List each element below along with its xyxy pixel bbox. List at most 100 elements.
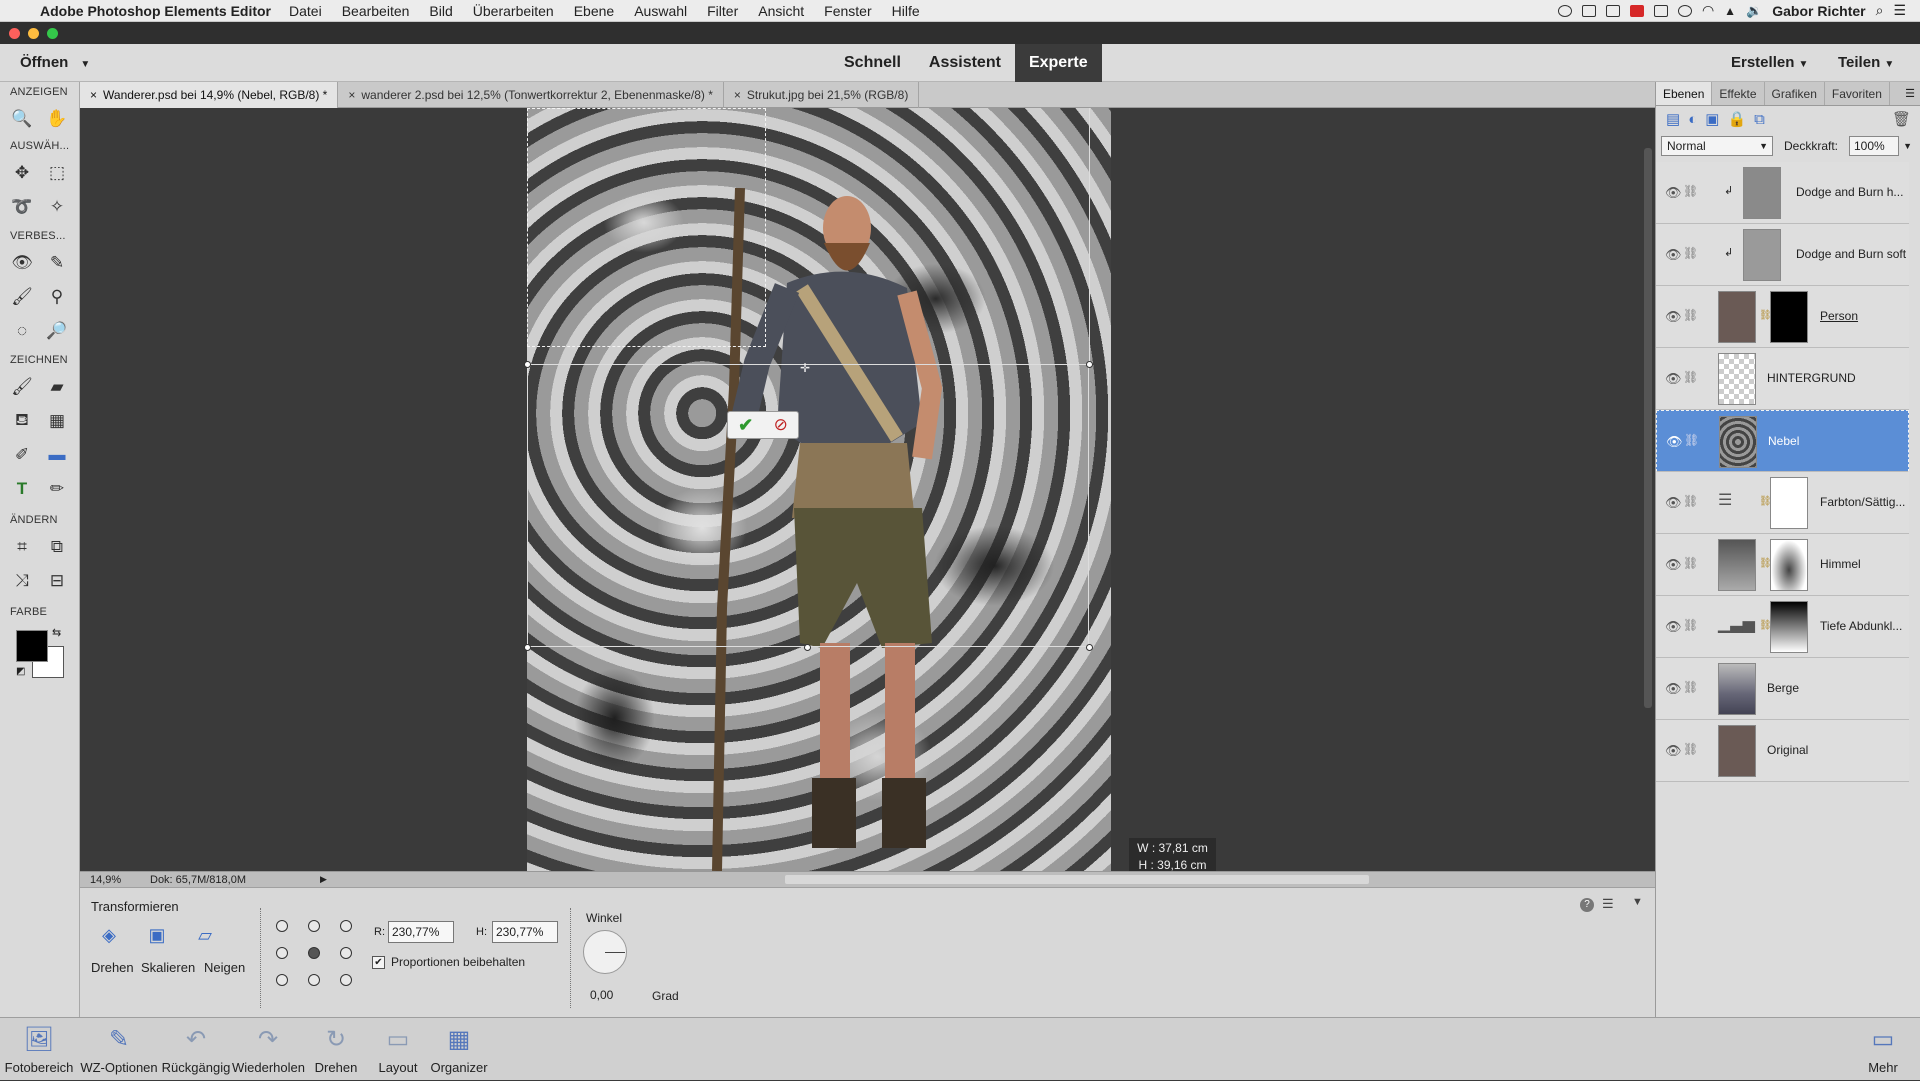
layer-name[interactable]: Nebel [1768,434,1799,448]
visibility-eye-icon[interactable]: 👁 [1665,309,1682,325]
wifi-icon[interactable]: ◠ [1702,2,1714,19]
visibility-eye-icon[interactable]: 👁 [1665,681,1682,697]
sponge-tool-icon[interactable]: 🔎 [44,318,70,344]
magic-wand-tool-icon[interactable]: ✧ [44,194,70,220]
new-layer-icon[interactable]: ▤ [1666,110,1680,128]
create-button[interactable]: Erstellen ▼ [1731,54,1808,71]
link-icon[interactable]: ⛓ [1683,370,1698,384]
close-tab-icon[interactable]: × [90,88,97,102]
lasso-tool-icon[interactable]: ➰ [9,194,35,220]
mode-schnell[interactable]: Schnell [830,44,915,82]
zoom-tool-icon[interactable]: 🔍 [9,106,35,132]
marquee-tool-icon[interactable]: ⬚ [44,160,70,186]
ref-point-br[interactable] [340,974,352,986]
lock-layer-icon[interactable]: 🔒 [1727,110,1746,128]
link-icon[interactable]: ⛓ [1683,494,1698,508]
pencil-tool-icon[interactable]: ✏ [44,476,70,502]
visibility-eye-icon[interactable]: 👁 [1665,619,1682,635]
ref-point-tc[interactable] [308,920,320,932]
layer-row[interactable]: 👁 ⛓ Berge [1656,658,1909,720]
constrain-checkbox[interactable]: ✔ [372,956,385,969]
visibility-eye-icon[interactable]: 👁 [1665,185,1682,201]
help-icon[interactable]: ? [1580,898,1594,912]
commit-check-icon[interactable]: ✔ [738,415,753,436]
blend-mode-select[interactable]: Normal ▼ [1661,136,1773,156]
layer-row[interactable]: 👁 ⛓ ▁▃▅ ⛓ Tiefe Abdunkl... [1656,596,1909,658]
vertical-scrollbar[interactable] [1641,108,1655,871]
swap-colors-icon[interactable]: ⇆ [52,626,61,639]
gradient-tool-icon[interactable]: ▦ [44,408,70,434]
doc-tab-wanderer2[interactable]: × wanderer 2.psd bei 12,5% (Tonwertkorrek… [338,82,724,108]
red-eye-tool-icon[interactable]: 👁 [9,250,35,276]
tab-graphics[interactable]: Grafiken [1765,82,1825,105]
transform-handle-bottom[interactable] [804,644,811,651]
horizontal-scroll-thumb[interactable] [785,875,1369,884]
layer-name[interactable]: Dodge and Burn soft [1796,247,1906,261]
link-icon[interactable]: ⛓ [1684,433,1699,447]
eraser-tool-icon[interactable]: ▰ [44,374,70,400]
lock-transparency-icon[interactable]: ⧉ [1754,111,1765,128]
adjustment-layer-icon[interactable]: ◐ [1688,111,1697,128]
smart-brush-tool-icon[interactable]: 🖌 [9,284,35,310]
layer-mask-icon[interactable]: ▣ [1705,110,1719,128]
link-icon[interactable]: ⛓ [1683,742,1698,756]
panel-menu-icon[interactable]: ☰ [1905,82,1920,105]
skew-mode-icon[interactable]: ▱ [192,924,218,946]
visibility-eye-icon[interactable]: 👁 [1665,557,1682,573]
redo-button[interactable]: ↷ Wiederholen [232,1018,305,1081]
visibility-eye-icon[interactable]: 👁 [1665,371,1682,387]
menu-hilfe[interactable]: Hilfe [892,3,920,19]
mode-assistent[interactable]: Assistent [915,44,1015,82]
crop-tool-icon[interactable]: ⌗ [9,534,35,560]
options-menu-icon[interactable]: ☰ [1602,896,1614,912]
clone-stamp-tool-icon[interactable]: ⚲ [44,284,70,310]
cloud-icon[interactable] [1605,4,1620,17]
tab-effects[interactable]: Effekte [1712,82,1765,105]
hand-tool-icon[interactable]: ✋ [44,106,70,132]
visibility-eye-icon[interactable]: 👁 [1666,434,1683,450]
adobe-icon[interactable] [1629,4,1644,17]
transform-handle-top-right[interactable] [1086,361,1093,368]
link-icon[interactable]: ⛓ [1683,246,1698,260]
layer-row[interactable]: 👁 ⛓ ⛓ Person [1656,286,1909,348]
mode-experte[interactable]: Experte [1014,44,1102,82]
blur-tool-icon[interactable]: ◌ [9,318,35,344]
layer-row-selected[interactable]: 👁 ⛓ Nebel [1656,410,1909,472]
ref-point-bl[interactable] [276,974,288,986]
tool-options-button[interactable]: ✎ WZ-Optionen [78,1018,160,1081]
brush-tool-icon[interactable]: 🖌 [9,374,35,400]
layer-row[interactable]: 👁 ⛓ ⛓ Himmel [1656,534,1909,596]
layer-name[interactable]: Tiefe Abdunkl... [1820,619,1902,633]
close-tab-icon[interactable]: × [734,88,741,102]
tab-favorites[interactable]: Favoriten [1825,82,1890,105]
layer-row[interactable]: 👁 ⛓ ↲ Dodge and Burn h... [1656,162,1909,224]
default-colors-icon[interactable]: ◩ [16,666,25,677]
status-menu-arrow-icon[interactable]: ▶ [320,874,327,885]
link-icon[interactable]: ⛓ [1683,618,1698,632]
layer-row[interactable]: 👁 ⛓ HINTERGRUND [1656,348,1909,410]
layer-name[interactable]: Dodge and Burn h... [1796,185,1903,199]
healing-brush-tool-icon[interactable]: ✎ [44,250,70,276]
document-canvas[interactable]: ✛ W : 37,81 cm H : 39,16 cm [80,108,1641,871]
link-icon[interactable]: ⛓ [1683,556,1698,570]
angle-value[interactable]: 0,00 [590,988,613,1002]
ref-point-tr[interactable] [340,920,352,932]
transform-center-icon[interactable]: ✛ [800,361,810,375]
organizer-button[interactable]: ▦ Organizer [428,1018,490,1081]
share-button[interactable]: Teilen ▼ [1838,54,1894,71]
scale-mode-icon[interactable]: ▣ [144,924,170,946]
eyedropper-tool-icon[interactable]: ✐ [9,442,35,468]
menu-fenster[interactable]: Fenster [824,3,871,19]
transform-bounding-box[interactable] [527,364,1089,647]
layer-row[interactable]: 👁 ⛓ ↲ Dodge and Burn soft [1656,224,1909,286]
visibility-eye-icon[interactable]: 👁 [1665,495,1682,511]
constrain-label[interactable]: Proportionen beibehalten [391,955,525,969]
delete-layer-icon[interactable]: 🗑 [1892,110,1920,128]
ref-point-mr[interactable] [340,947,352,959]
open-button[interactable]: Öffnen ▼ [20,54,90,71]
close-window-icon[interactable] [9,28,20,39]
layer-mask-thumbnail[interactable] [1770,291,1808,343]
photo-bin-button[interactable]: 🖼 Fotobereich [0,1018,78,1081]
menu-datei[interactable]: Datei [289,3,322,19]
menu-ansicht[interactable]: Ansicht [758,3,804,19]
